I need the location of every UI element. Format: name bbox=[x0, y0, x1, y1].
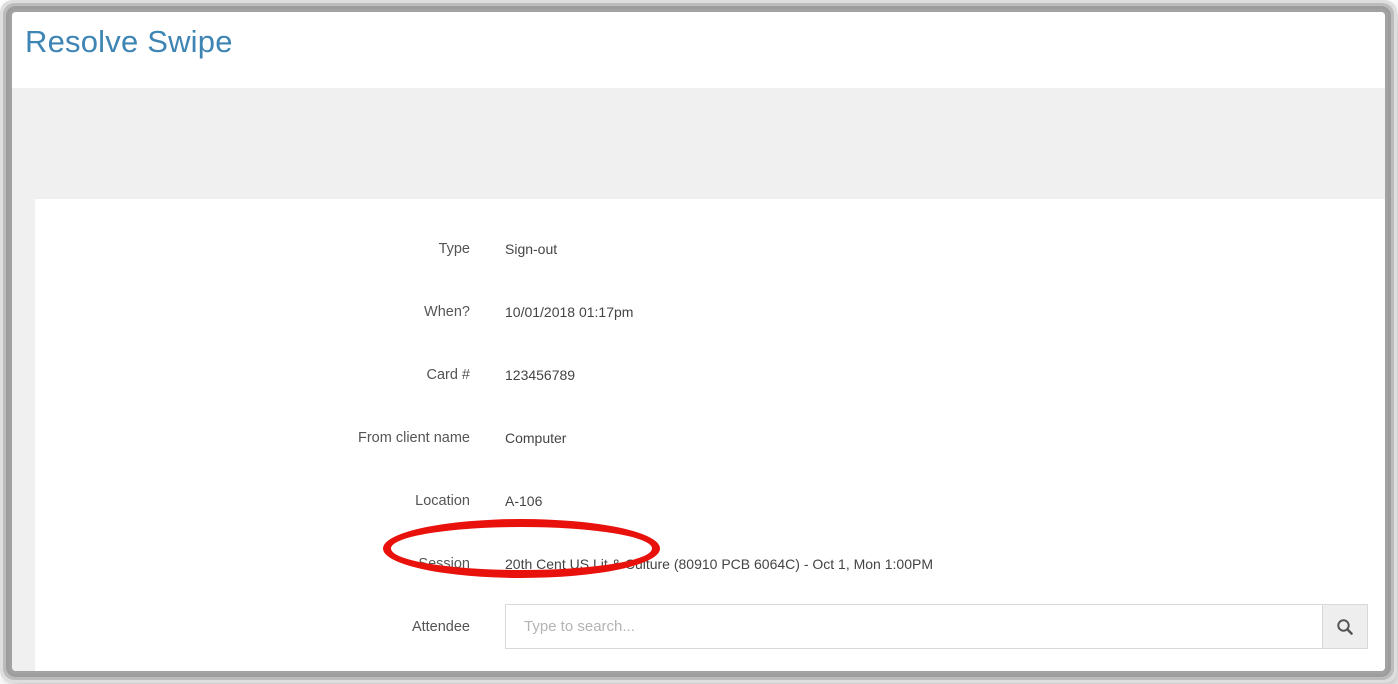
form-row-card-number: Card # 123456789 bbox=[35, 343, 1385, 406]
attendee-search-group bbox=[505, 604, 1368, 649]
form-row-type: Type Sign-out bbox=[35, 217, 1385, 280]
when-label: When? bbox=[424, 303, 470, 320]
page-header: Resolve Swipe bbox=[12, 12, 1385, 88]
session-label: Session bbox=[418, 555, 470, 572]
page-background: Type Sign-out When? 10/01/2018 01:17pm C… bbox=[12, 88, 1385, 671]
session-value: 20th Cent US Lit & Culture (80910 PCB 60… bbox=[505, 555, 933, 572]
attendee-search-button[interactable] bbox=[1322, 604, 1368, 649]
when-value: 10/01/2018 01:17pm bbox=[505, 303, 634, 320]
client-name-value: Computer bbox=[505, 429, 567, 446]
form-row-client-name: From client name Computer bbox=[35, 406, 1385, 469]
location-label: Location bbox=[415, 492, 470, 509]
form-row-location: Location A-106 bbox=[35, 469, 1385, 532]
card-number-label: Card # bbox=[426, 366, 470, 383]
form-row-session: Session 20th Cent US Lit & Culture (8091… bbox=[35, 532, 1385, 595]
type-value: Sign-out bbox=[505, 240, 558, 257]
page-title: Resolve Swipe bbox=[25, 24, 233, 59]
form-row-when: When? 10/01/2018 01:17pm bbox=[35, 280, 1385, 343]
app-window: Resolve Swipe Type Sign-out When? 10/01/… bbox=[12, 12, 1385, 671]
resolve-swipe-form-panel: Type Sign-out When? 10/01/2018 01:17pm C… bbox=[35, 199, 1385, 671]
location-value: A-106 bbox=[505, 492, 543, 509]
type-label: Type bbox=[438, 240, 470, 257]
magnifier-icon bbox=[1336, 618, 1354, 636]
attendee-search-input[interactable] bbox=[505, 604, 1322, 649]
form-row-attendee: Attendee bbox=[35, 595, 1385, 658]
card-number-value: 123456789 bbox=[505, 366, 576, 383]
client-name-label: From client name bbox=[357, 429, 470, 446]
attendee-label: Attendee bbox=[411, 618, 470, 635]
